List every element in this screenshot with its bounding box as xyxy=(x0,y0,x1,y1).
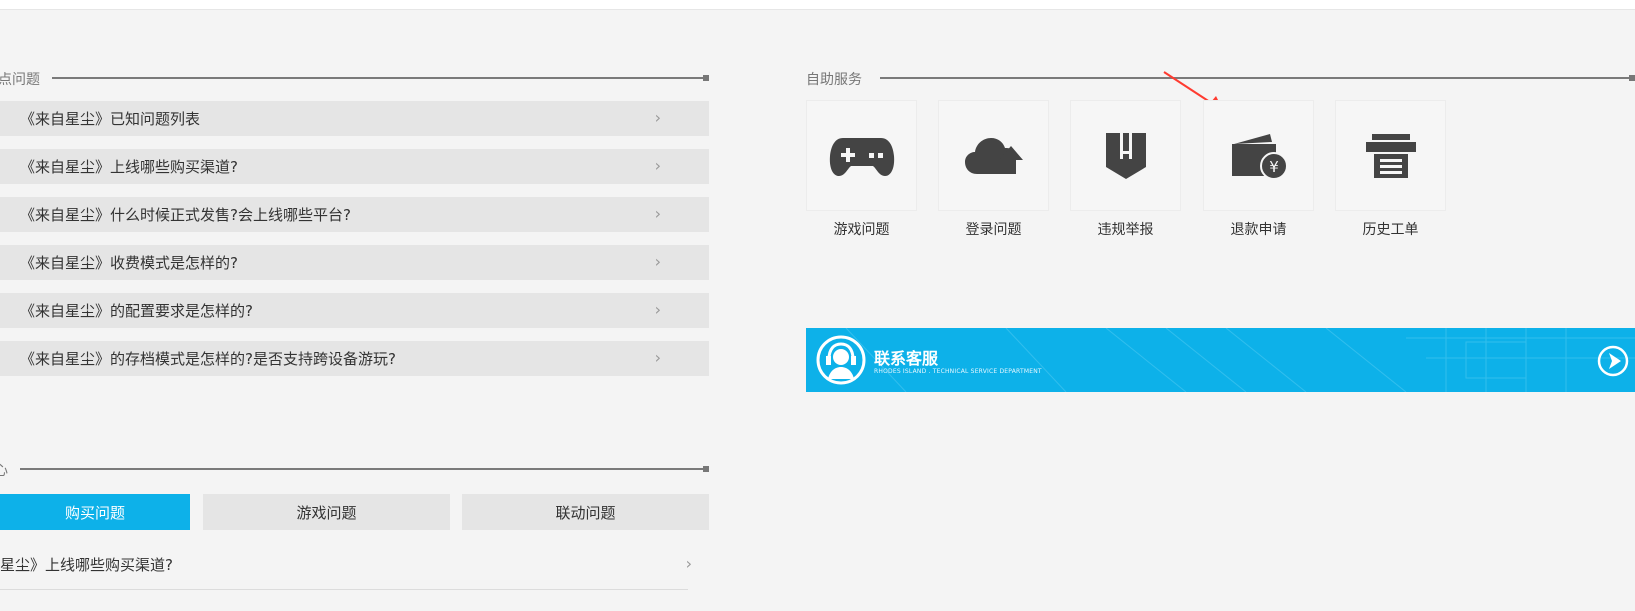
faq-item[interactable]: 《来自星尘》收费模式是怎样的? › xyxy=(0,245,709,280)
chevron-right-icon: › xyxy=(685,554,692,573)
faq-item-label: 《来自星尘》上线哪些购买渠道? xyxy=(20,158,238,176)
faq-item[interactable]: 《来自星尘》的配置要求是怎样的? › xyxy=(0,293,709,328)
self-service-divider xyxy=(880,75,1635,81)
tile-game-issue[interactable] xyxy=(806,100,917,211)
tile-label: 游戏问题 xyxy=(833,222,890,238)
tab-purchase[interactable]: 购买问题 xyxy=(0,494,190,530)
tab-label: 购买问题 xyxy=(64,503,125,522)
contact-support-title: 联系客服 xyxy=(874,349,939,368)
gamepad-icon xyxy=(829,137,894,176)
faq-item[interactable]: 《来自星尘》的存档模式是怎样的?是否支持跨设备游玩? › xyxy=(0,341,709,376)
chevron-right-icon: › xyxy=(654,204,661,223)
chevron-right-icon: › xyxy=(654,108,661,127)
contact-support-subtitle: RHODES ISLAND . TECHNICAL SERVICE DEPART… xyxy=(874,368,1042,375)
top-header-strip xyxy=(0,0,1635,10)
faq-item-label: 《来自星尘》什么时候正式发售?会上线哪些平台? xyxy=(20,206,351,224)
contact-support-banner[interactable]: 联系客服 RHODES ISLAND . TECHNICAL SERVICE D… xyxy=(806,328,1635,392)
chevron-right-icon: › xyxy=(654,348,661,367)
tab-label: 联动问题 xyxy=(555,503,616,522)
faq-item[interactable]: 《来自星尘》上线哪些购买渠道? › xyxy=(0,149,709,184)
faq-item-label: 《来自星尘》的配置要求是怎样的? xyxy=(20,302,253,320)
tile-label: 登录问题 xyxy=(965,222,1022,238)
faq-item-label: 《来自星尘》已知问题列表 xyxy=(20,110,201,128)
headset-icon xyxy=(816,335,866,385)
category-divider xyxy=(20,466,709,472)
tile-label: 退款申请 xyxy=(1230,222,1287,238)
arrow-right-circle-icon[interactable] xyxy=(1597,345,1629,377)
hot-questions-title: 点问题 xyxy=(0,72,40,88)
wallet-yen-icon: ¥ xyxy=(1231,133,1288,180)
printer-icon xyxy=(1365,133,1416,178)
faq-item[interactable]: 《来自星尘》什么时候正式发售?会上线哪些平台? › xyxy=(0,197,709,232)
self-service-title: 自助服务 xyxy=(806,72,862,88)
category-title: 心 xyxy=(0,463,8,479)
faq-item[interactable]: 《来自星尘》已知问题列表 › xyxy=(0,101,709,136)
faq-item-label: 《来自星尘》的存档模式是怎样的?是否支持跨设备游玩? xyxy=(20,350,396,368)
list-item-label: 星尘》上线哪些购买渠道? xyxy=(0,556,173,574)
tile-report-violation[interactable] xyxy=(1070,100,1181,211)
cloud-upload-icon xyxy=(964,137,1023,174)
faq-item-label: 《来自星尘》收费模式是怎样的? xyxy=(20,254,238,272)
list-item[interactable]: 星尘》上线哪些购买渠道? › xyxy=(0,546,692,590)
tile-label: 违规举报 xyxy=(1097,222,1154,238)
tile-ticket-history[interactable] xyxy=(1335,100,1446,211)
svg-text:¥: ¥ xyxy=(1269,158,1279,176)
hot-questions-divider xyxy=(52,75,709,81)
tab-gameplay[interactable]: 游戏问题 xyxy=(203,494,450,530)
tile-refund-request[interactable]: ¥ xyxy=(1203,100,1314,211)
shield-report-icon xyxy=(1105,132,1146,179)
tab-label: 游戏问题 xyxy=(296,503,357,522)
chevron-right-icon: › xyxy=(654,252,661,271)
tab-collab[interactable]: 联动问题 xyxy=(462,494,709,530)
tile-label: 历史工单 xyxy=(1362,222,1419,238)
chevron-right-icon: › xyxy=(654,156,661,175)
tile-login-issue[interactable] xyxy=(938,100,1049,211)
chevron-right-icon: › xyxy=(654,300,661,319)
